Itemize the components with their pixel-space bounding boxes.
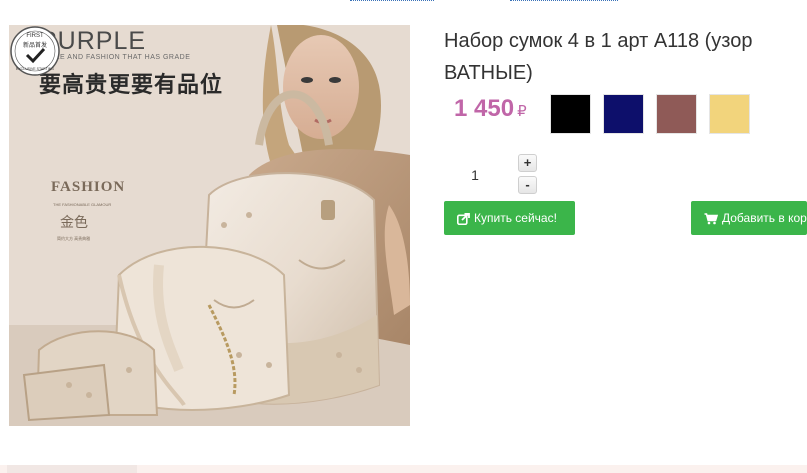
quantity-minus-button[interactable]: - (518, 176, 537, 194)
buy-now-button[interactable]: Купить сейчас! (444, 201, 575, 235)
color-swatch-black[interactable] (550, 94, 591, 134)
quantity-input[interactable] (444, 158, 506, 192)
buy-now-label: Купить сейчас! (474, 211, 557, 225)
badge-bottom-text: EXCLUSIVE STARTING (16, 67, 54, 71)
badge-mid-text: 新品首发 (23, 41, 47, 49)
add-to-cart-button[interactable]: Добавить в корзину (691, 201, 807, 235)
quantity-plus-button[interactable]: + (518, 154, 537, 172)
tab-active[interactable] (7, 465, 137, 473)
add-to-cart-label: Добавить в корзину (722, 211, 807, 225)
external-link-icon (457, 212, 470, 225)
product-price: 1 450 ₽ (454, 95, 527, 123)
image-fashion-text: FASHION (51, 179, 126, 195)
tabs-bar (0, 465, 807, 473)
image-color-text: 金色 (60, 215, 88, 231)
product-image[interactable]: PURPLE NOBLE AND FASHION THAT HAS GRADE … (9, 25, 410, 426)
nav-link-underline[interactable] (350, 0, 434, 1)
currency-symbol: ₽ (517, 103, 527, 120)
price-value: 1 450 (454, 95, 515, 122)
image-headline: 要高贵更要有品位 (39, 73, 224, 98)
product-title: Набор сумок 4 в 1 арт А118 (узор ВАТНЫЕ) (444, 30, 753, 84)
first-release-badge-icon: FIRST 新品首发 EXCLUSIVE STARTING (10, 26, 60, 76)
color-swatch-light-yellow[interactable] (709, 94, 750, 134)
nav-link-underline[interactable] (510, 0, 618, 1)
color-swatch-rose-brown[interactable] (656, 94, 697, 134)
color-swatch-navy[interactable] (603, 94, 644, 134)
image-tagline: NOBLE AND FASHION THAT HAS GRADE (39, 54, 191, 61)
image-fashion-subtext: THE FASHIONABLE GLAMOUR (53, 202, 112, 207)
cart-icon (704, 213, 718, 225)
image-color-subtext: 简约大方 高贵典雅 (57, 236, 91, 241)
badge-top-text: FIRST (26, 33, 44, 39)
top-nav-underlines (350, 0, 650, 4)
